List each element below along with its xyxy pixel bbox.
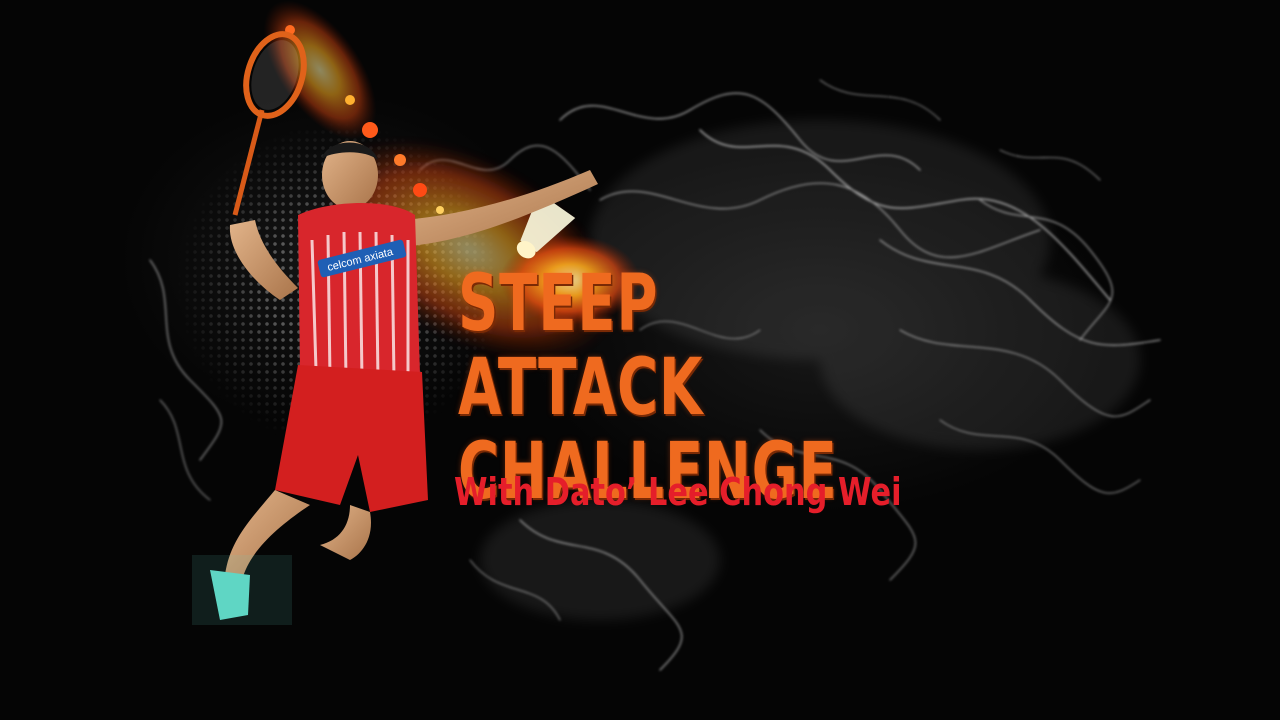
title-line-1: STEEP ATTACK: [458, 259, 704, 433]
video-thumbnail: celcom axiata STEEP ATTACK CHALLENGE Wit…: [0, 0, 1280, 720]
jersey: celcom axiata: [298, 202, 420, 383]
shorts: [275, 365, 428, 512]
badminton-racket-icon: [232, 31, 307, 216]
video-subtitle: With Dato’ Lee Chong Wei: [454, 470, 902, 514]
